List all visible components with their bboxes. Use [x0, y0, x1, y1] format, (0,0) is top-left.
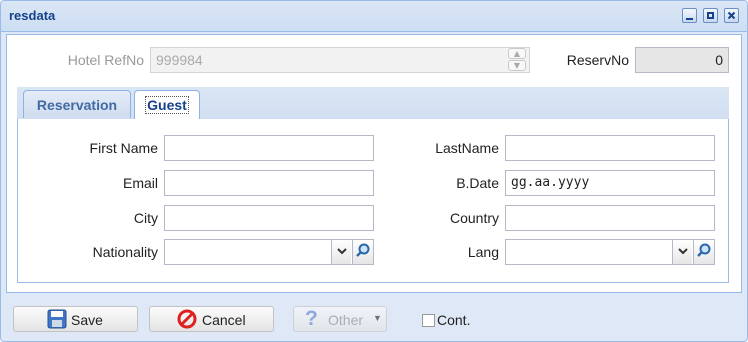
cont-label: Cont.: [437, 312, 471, 328]
lastname-label: LastName: [435, 140, 499, 156]
dropdown-arrow-icon: ▼: [373, 313, 382, 323]
hotel-refno-spinner[interactable]: ▲ ▼: [507, 47, 527, 73]
first-name-label: First Name: [89, 140, 158, 156]
other-label: Other: [328, 312, 364, 328]
chevron-down-icon[interactable]: [672, 240, 692, 264]
spin-down-icon[interactable]: ▼: [508, 60, 526, 71]
other-menu-button[interactable]: ? Other ▼: [293, 306, 387, 332]
tab-guest[interactable]: Guest: [134, 90, 200, 119]
cancel-label: Cancel: [202, 312, 246, 328]
search-icon[interactable]: [352, 240, 373, 264]
close-icon[interactable]: [724, 8, 739, 23]
city-label: City: [133, 210, 158, 226]
save-icon: [47, 309, 67, 329]
reservno-value: 0: [715, 52, 723, 68]
country-field[interactable]: [505, 205, 715, 231]
email-field[interactable]: [164, 170, 374, 196]
search-icon[interactable]: [693, 240, 714, 264]
reservno-field[interactable]: 0: [635, 47, 729, 73]
bdate-label: B.Date: [456, 175, 499, 191]
reservno-label: ReservNo: [566, 52, 629, 68]
first-name-field[interactable]: [164, 135, 374, 161]
nationality-combo[interactable]: [164, 239, 374, 265]
lang-label: Lang: [467, 244, 499, 260]
save-button[interactable]: Save: [13, 306, 138, 332]
save-label: Save: [71, 312, 103, 328]
cancel-icon: [177, 309, 197, 329]
chevron-down-icon[interactable]: [331, 240, 351, 264]
tab-guest-label: Guest: [145, 96, 189, 114]
help-icon: ?: [305, 307, 318, 330]
resdata-window: resdata Hotel RefNo 999984 ▲ ▼ ReservNo …: [0, 0, 748, 342]
maximize-icon[interactable]: [703, 8, 718, 23]
bdate-field[interactable]: gg.aa.yyyy: [505, 170, 715, 196]
cancel-button[interactable]: Cancel: [149, 306, 274, 332]
spin-up-icon[interactable]: ▲: [508, 48, 526, 59]
window-title: resdata: [9, 8, 56, 23]
hotel-refno-label: Hotel RefNo: [67, 52, 144, 68]
hotel-refno-field[interactable]: 999984: [150, 47, 530, 73]
cont-checkbox[interactable]: [422, 314, 435, 327]
lastname-field[interactable]: [505, 135, 715, 161]
country-label: Country: [449, 210, 499, 226]
email-label: Email: [122, 175, 158, 191]
hotel-refno-value: 999984: [156, 52, 203, 68]
minimize-icon[interactable]: [682, 8, 697, 23]
tab-strip: Reservation Guest: [17, 87, 729, 120]
title-bar[interactable]: resdata: [1, 1, 747, 32]
tab-reservation[interactable]: Reservation: [23, 90, 131, 118]
lang-combo[interactable]: [505, 239, 715, 265]
city-field[interactable]: [164, 205, 374, 231]
nationality-label: Nationality: [92, 244, 158, 260]
